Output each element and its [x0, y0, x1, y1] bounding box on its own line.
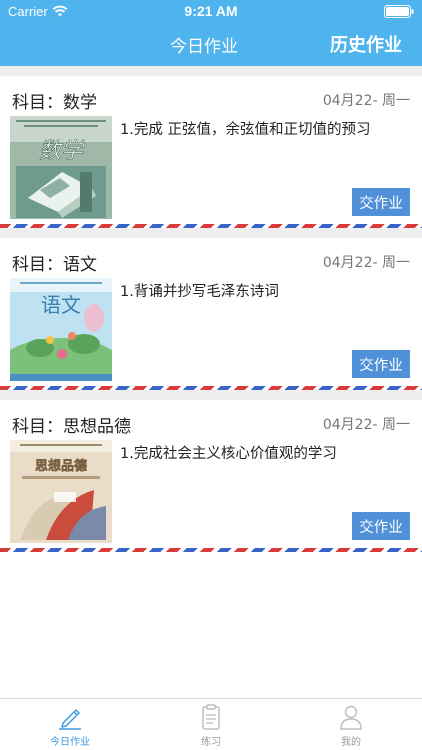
clipboard-icon: [202, 704, 220, 730]
pencil-icon: [59, 709, 81, 730]
cover-title: 数学: [39, 139, 86, 164]
homework-card[interactable]: 科目：思想品德 04月22- 周一 思想品德 1.完成社会主义核心价值观的学习 …: [0, 400, 422, 552]
divider: [0, 66, 422, 76]
status-bar: Carrier 9:21 AM: [0, 0, 422, 24]
clock: 9:21 AM: [184, 3, 238, 19]
divider: [0, 228, 422, 238]
airmail-stripe: [0, 548, 422, 552]
tab-label: 练习: [201, 737, 221, 748]
tab-history-homework[interactable]: 历史作业: [330, 31, 402, 57]
homework-card[interactable]: 科目：语文 04月22- 周一 语文 1.背诵并抄写毛泽东诗词 交作业: [0, 238, 422, 390]
tab-practice[interactable]: 练习: [171, 703, 251, 748]
airmail-stripe: [0, 386, 422, 390]
ethics-textbook-cover[interactable]: 思想品德: [10, 440, 112, 543]
submit-homework-button[interactable]: 交作业: [352, 188, 410, 216]
header: Carrier 9:21 AM 今日作业 历史作业: [0, 0, 422, 66]
chinese-textbook-cover[interactable]: 语文: [10, 278, 112, 381]
tab-label: 我的: [341, 737, 361, 748]
task-text: 1.完成社会主义核心价值观的学习: [120, 446, 337, 462]
date-label: 04月22- 周一: [322, 417, 410, 433]
math-textbook-cover[interactable]: 数学: [10, 116, 112, 219]
homework-list: 科目：数学 04月22- 周一 数学 1.完成 正弦值，余弦值和正切值的预习 交…: [0, 66, 422, 552]
tab-label: 今日作业: [50, 737, 90, 748]
date-label: 04月22- 周一: [322, 255, 410, 271]
homework-card[interactable]: 科目：数学 04月22- 周一 数学 1.完成 正弦值，余弦值和正切值的预习 交…: [0, 76, 422, 228]
divider: [0, 390, 422, 400]
bottom-tab-bar: 今日作业 练习 我的: [0, 698, 422, 750]
task-text: 1.完成 正弦值，余弦值和正切值的预习: [120, 122, 371, 138]
battery-icon: [384, 5, 414, 18]
tab-today-homework-bottom[interactable]: 今日作业: [30, 703, 110, 748]
subject-label: 科目：思想品德: [12, 417, 131, 437]
airmail-stripe: [0, 224, 422, 228]
task-text: 1.背诵并抄写毛泽东诗词: [120, 284, 279, 300]
tab-today-homework[interactable]: 今日作业: [170, 32, 238, 57]
date-label: 04月22- 周一: [322, 93, 410, 109]
subject-label: 科目：语文: [12, 255, 97, 275]
submit-homework-button[interactable]: 交作业: [352, 350, 410, 378]
person-icon: [340, 705, 362, 730]
cover-title: 思想品德: [35, 458, 87, 474]
submit-homework-button[interactable]: 交作业: [352, 512, 410, 540]
subject-label: 科目：数学: [12, 93, 97, 113]
homework-tabs: 今日作业 历史作业: [0, 24, 422, 66]
tab-mine[interactable]: 我的: [311, 703, 391, 748]
cover-title: 语文: [41, 293, 81, 317]
